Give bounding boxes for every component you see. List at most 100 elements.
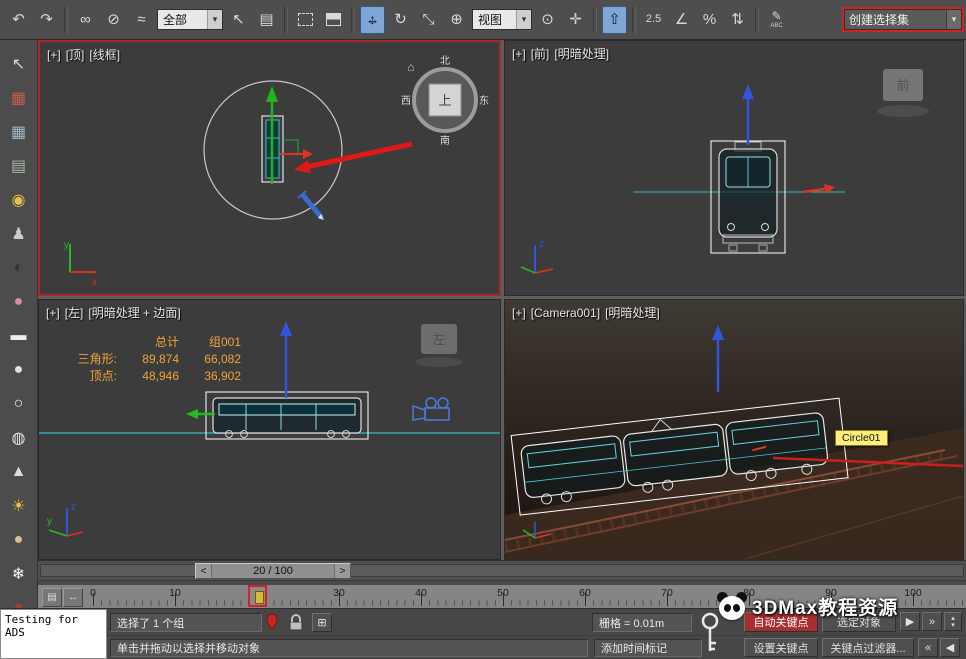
select-by-name-button[interactable]: ▤ <box>254 6 279 34</box>
next-frame-button[interactable]: > <box>334 564 350 578</box>
link-icon: ∞ <box>80 12 91 27</box>
play-button[interactable]: ▶ <box>900 612 920 631</box>
viewport-camera[interactable]: [+] [Camera001] [明暗处理] <box>504 299 964 560</box>
side-sphere-dark-button[interactable]: ◐ <box>3 252 35 283</box>
select-and-place-button[interactable]: ⊕ <box>444 6 469 34</box>
reference-coordinate-dropdown[interactable]: 视图 ▾ <box>472 9 532 30</box>
teapot-icon: ◍ <box>12 428 26 448</box>
keyframe-bar <box>255 591 264 604</box>
redo-button[interactable]: ↷ <box>34 6 59 34</box>
add-time-tag[interactable]: 添加时间标记 <box>594 639 702 657</box>
current-frame-marker[interactable] <box>248 585 267 607</box>
side-lamp-button[interactable]: ◉ <box>3 184 35 215</box>
select-and-move-button[interactable]: ↔↕ <box>360 6 385 34</box>
svg-text:上: 上 <box>438 93 451 108</box>
select-and-rotate-button[interactable]: ↻ <box>388 6 413 34</box>
rectangular-selection-region-button[interactable] <box>293 6 318 34</box>
bind-to-space-warp-button[interactable]: ≈ <box>129 6 154 34</box>
snap-25-icon: 2.5 <box>646 14 661 25</box>
side-teapot-pink-button[interactable]: ● <box>3 286 35 317</box>
keyboard-shortcut-override-toggle[interactable]: ⇧ <box>602 6 627 34</box>
previous-frame-button[interactable]: < <box>196 564 212 578</box>
side-snowflake-button[interactable]: ❄ <box>3 558 35 589</box>
side-image-button[interactable]: ▦ <box>3 82 35 113</box>
track-bar-mini-curve-icon[interactable]: ▤ <box>42 588 62 607</box>
viewcube[interactable]: 前 <box>877 69 929 117</box>
select-and-manipulate-button[interactable]: ✛ <box>563 6 588 34</box>
auto-key-button[interactable]: 自动关键点 <box>744 612 818 632</box>
absolute-mode-toggle[interactable]: ⊞ <box>312 613 332 632</box>
viewport-view-menu[interactable]: [左] <box>65 306 84 320</box>
selected-object-dropdown[interactable]: 选定对象 <box>822 612 896 632</box>
selection-lock-toggle[interactable] <box>288 614 304 631</box>
viewcube[interactable]: 左 <box>415 324 463 367</box>
unlink-icon: ⊘ <box>107 12 120 27</box>
side-teapot-button[interactable]: ◍ <box>3 422 35 453</box>
side-cone-button[interactable]: ▲ <box>3 456 35 487</box>
viewport-menu-plus[interactable]: [+] <box>46 306 60 320</box>
select-and-scale-button[interactable]: ⤡ <box>416 6 441 34</box>
train-side-view[interactable] <box>206 392 368 439</box>
viewport-view-menu[interactable]: [Camera001] <box>531 306 600 320</box>
time-slider-handle[interactable]: < 20 / 100 > <box>195 563 351 579</box>
viewport-view-menu[interactable]: [前] <box>531 47 550 61</box>
viewport-front-canvas[interactable]: 前 z <box>505 41 963 295</box>
percent-snap-toggle[interactable]: % <box>697 6 722 34</box>
time-slider-track[interactable] <box>40 564 964 577</box>
viewport-menu-plus[interactable]: [+] <box>512 47 526 61</box>
unlink-selection-button[interactable]: ⊘ <box>101 6 126 34</box>
side-blob-button[interactable]: ● <box>3 354 35 385</box>
key-filters-button[interactable]: 关键点过滤器... <box>822 638 914 657</box>
viewport-menu-plus[interactable]: [+] <box>47 48 61 62</box>
viewport-left[interactable]: [+][左][明暗处理 + 边面] 总计组001 三角形:89,87466,08… <box>38 299 501 560</box>
side-table-button[interactable]: ▦ <box>3 116 35 147</box>
pen-cursor <box>298 191 324 220</box>
track-bar[interactable]: ▤ ↔ 0 10 20 30 40 50 60 70 80 90 100 <box>38 580 966 608</box>
set-key-button[interactable]: 设置关键点 <box>744 638 818 657</box>
named-selection-set-combo[interactable]: ▾ <box>844 9 962 30</box>
spinner-snap-toggle[interactable]: ⇅ <box>725 6 750 34</box>
track-bar-mini-slider-icon[interactable]: ↔ <box>63 588 83 607</box>
frame-spinner[interactable]: ▴▾ <box>944 612 962 631</box>
angle-snap-toggle[interactable]: ∠ <box>669 6 694 34</box>
side-spreadsheet-button[interactable]: ▤ <box>3 150 35 181</box>
side-figure-button[interactable]: ♟ <box>3 218 35 249</box>
window-crossing-toggle[interactable] <box>321 6 346 34</box>
viewport-menu-plus[interactable]: [+] <box>512 306 526 320</box>
viewport-front[interactable]: [+] [前] [明暗处理] <box>504 40 964 296</box>
sun-icon: ☀ <box>11 496 25 516</box>
viewport-shading-menu[interactable]: [明暗处理] <box>605 306 660 320</box>
previous-frame-playback-button[interactable]: ◀ <box>940 638 960 657</box>
use-pivot-center-button[interactable]: ⊙ <box>535 6 560 34</box>
camera-object[interactable] <box>413 398 449 420</box>
viewport-top[interactable]: [+] [顶] [线框] <box>38 40 501 296</box>
edit-named-selections-button[interactable]: ✎ ABC <box>764 6 789 34</box>
side-sun-button[interactable]: ☀ <box>3 490 35 521</box>
viewport-camera-canvas[interactable] <box>505 300 963 559</box>
side-plane-button[interactable]: ▬ <box>3 320 35 351</box>
viewport-area: [+] [顶] [线框] <box>38 40 966 560</box>
go-to-start-button[interactable]: « <box>918 638 938 657</box>
viewport-shading-menu[interactable]: [线框] <box>89 48 120 62</box>
viewport-shading-menu[interactable]: [明暗处理 + 边面] <box>88 306 180 320</box>
select-and-link-button[interactable]: ∞ <box>73 6 98 34</box>
side-sphere-tan-button[interactable]: ● <box>3 524 35 555</box>
side-select-button[interactable]: ↖ <box>3 48 35 79</box>
viewport-top-canvas[interactable]: 上 北 南 西 东 ⌂ y x <box>40 42 499 294</box>
snaps-toggle-button[interactable]: 2.5 <box>641 6 666 34</box>
viewcube[interactable]: 上 北 南 西 东 ⌂ <box>401 55 489 147</box>
sphere-tan-icon: ● <box>14 531 24 549</box>
selection-filter-dropdown[interactable]: 全部 ▾ <box>157 9 223 30</box>
select-object-button[interactable]: ↖ <box>226 6 251 34</box>
move-gizmo[interactable] <box>712 325 724 392</box>
train-front-view[interactable] <box>711 141 785 253</box>
main-toolbar: ↶ ↷ ∞ ⊘ ≈ 全部 ▾ ↖ ▤ ↔↕ ↻ ⤡ ⊕ 视图 ▾ ⊙ ✛ ⇧ 2… <box>0 0 966 40</box>
set-key-big-button[interactable] <box>700 611 720 657</box>
undo-button[interactable]: ↶ <box>6 6 31 34</box>
selection-set-input[interactable] <box>845 13 946 27</box>
go-to-end-button[interactable]: » <box>922 612 942 631</box>
viewport-shading-menu[interactable]: [明暗处理] <box>554 47 609 61</box>
toolbar-separator <box>284 7 288 33</box>
side-circle-button[interactable]: ○ <box>3 388 35 419</box>
viewport-view-menu[interactable]: [顶] <box>66 48 85 62</box>
